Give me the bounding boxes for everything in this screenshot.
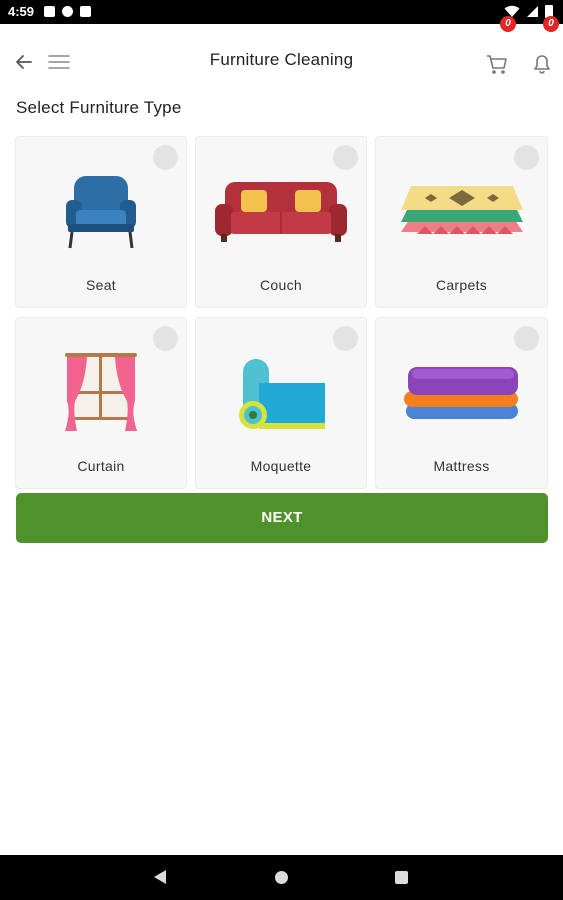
- furniture-label: Curtain: [77, 458, 125, 474]
- nav-recents-icon[interactable]: [395, 871, 408, 884]
- furniture-label: Carpets: [435, 277, 488, 293]
- status-bar: 4:59: [0, 0, 563, 24]
- sofa-icon: [215, 182, 347, 242]
- cart-icon[interactable]: [485, 50, 509, 76]
- furniture-label: Couch: [260, 277, 302, 293]
- cart-count-badge: 0: [500, 16, 516, 32]
- bell-icon[interactable]: [530, 50, 554, 76]
- furniture-card-couch[interactable]: Couch: [195, 136, 367, 308]
- sd-card-icon: [80, 6, 91, 17]
- mattress-stack-icon: [403, 367, 518, 419]
- system-nav-bar: [0, 855, 563, 900]
- furniture-card-carpets[interactable]: Carpets: [375, 136, 548, 308]
- furniture-label: Mattress: [433, 458, 490, 474]
- furniture-label: Moquette: [250, 458, 312, 474]
- nav-back-icon[interactable]: [154, 870, 166, 884]
- status-notification-icons: [44, 6, 91, 17]
- app-notification-icon: [62, 6, 73, 17]
- next-button[interactable]: NEXT: [16, 493, 548, 543]
- furniture-card-curtain[interactable]: Curtain: [15, 317, 187, 489]
- armchair-icon: [66, 176, 136, 249]
- signal-icon: [527, 6, 538, 17]
- furniture-card-moquette[interactable]: Moquette: [195, 317, 367, 489]
- notification-count-badge: 0: [543, 16, 559, 32]
- furniture-card-seat[interactable]: Seat: [15, 136, 187, 308]
- page-title: Furniture Cleaning: [209, 50, 354, 69]
- furniture-card-mattress[interactable]: Mattress: [375, 317, 548, 489]
- moquette-roll-icon: [239, 359, 325, 429]
- nav-home-icon[interactable]: [275, 871, 288, 884]
- status-time: 4:59: [8, 4, 35, 19]
- curtain-icon: [65, 353, 137, 431]
- section-title: Select Furniture Type: [16, 98, 182, 117]
- carpet-icon: [400, 186, 523, 234]
- furniture-type-grid: Seat Couch Carpets Curtain Moquette Matt…: [15, 136, 548, 489]
- app-bar: Furniture Cleaning: [0, 24, 563, 96]
- furniture-label: Seat: [86, 277, 116, 293]
- notification-icon: [44, 6, 55, 17]
